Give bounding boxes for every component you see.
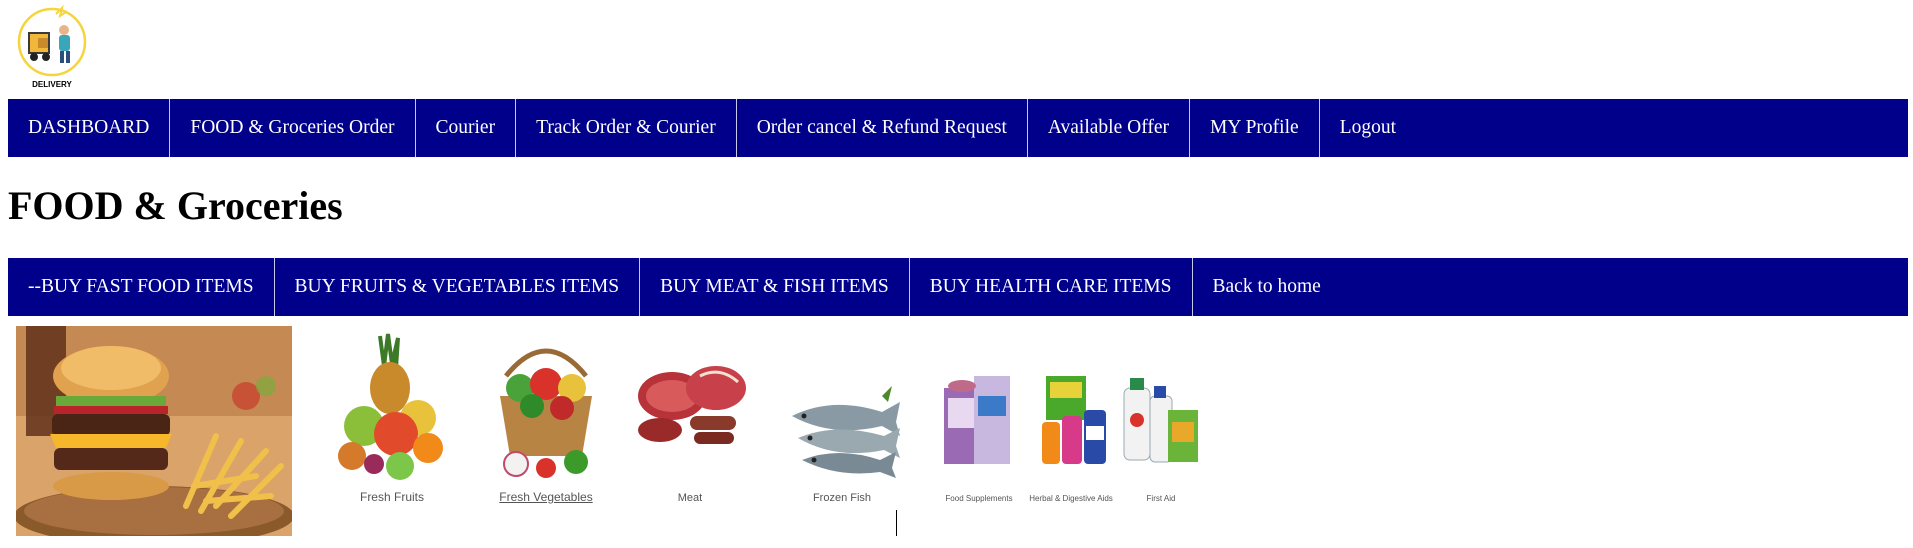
food-supplements-image <box>944 376 1010 464</box>
fresh-fruits-label: Fresh Fruits <box>359 490 424 504</box>
nav-track-order-courier[interactable]: Track Order & Courier <box>516 99 737 157</box>
meat-image <box>638 366 746 444</box>
nav-food-groceries-order[interactable]: FOOD & Groceries Order <box>170 99 416 157</box>
food-supplements-label: Food Supplements <box>945 494 1013 503</box>
nav-order-cancel-refund[interactable]: Order cancel & Refund Request <box>737 99 1028 157</box>
first-aid-image <box>1123 378 1198 463</box>
main-navbar: DASHBOARD FOOD & Groceries Order Courier… <box>8 99 1908 157</box>
nav-buy-health-care[interactable]: BUY HEALTH CARE ITEMS <box>910 258 1193 316</box>
first-aid-tile[interactable]: First Aid <box>1116 326 1206 512</box>
nav-logout[interactable]: Logout <box>1320 99 1416 157</box>
nav-available-offer[interactable]: Available Offer <box>1028 99 1190 157</box>
nav-courier[interactable]: Courier <box>416 99 517 157</box>
meat-tile[interactable]: Meat <box>620 326 760 512</box>
herbal-digestive-image <box>1042 376 1106 464</box>
fresh-vegetables-image <box>500 348 592 478</box>
fast-food-image[interactable] <box>14 326 294 546</box>
page-title: FOOD & Groceries <box>8 183 343 228</box>
fresh-fruits-image <box>338 333 443 480</box>
nav-buy-fast-food[interactable]: --BUY FAST FOOD ITEMS <box>8 258 275 316</box>
nav-buy-meat-fish[interactable]: BUY MEAT & FISH ITEMS <box>640 258 910 316</box>
herbal-digestive-tile[interactable]: Herbal & Digestive Aids <box>1026 326 1116 512</box>
nav-dashboard[interactable]: DASHBOARD <box>8 99 171 157</box>
nav-back-to-home[interactable]: Back to home <box>1193 258 1341 316</box>
nav-my-profile[interactable]: MY Profile <box>1190 99 1320 157</box>
fresh-vegetables-label[interactable]: Fresh Vegetables <box>476 490 616 504</box>
delivery-logo-icon <box>17 4 87 77</box>
category-navbar: --BUY FAST FOOD ITEMS BUY FRUITS & VEGET… <box>8 258 1908 316</box>
food-supplements-tile[interactable]: Food Supplements <box>934 326 1024 512</box>
text-cursor <box>896 510 897 536</box>
delivery-logo: DELIVERY <box>16 4 90 92</box>
frozen-fish-tile[interactable]: Frozen Fish <box>772 326 912 512</box>
fresh-fruits-tile[interactable]: Fresh Fruits <box>322 326 462 512</box>
herbal-digestive-label: Herbal & Digestive Aids <box>1029 494 1113 503</box>
frozen-fish-image <box>792 386 900 478</box>
frozen-fish-label: Frozen Fish <box>812 492 872 504</box>
nav-buy-fruits-vegetables[interactable]: BUY FRUITS & VEGETABLES ITEMS <box>275 258 641 316</box>
meat-label: Meat <box>677 492 703 504</box>
logo-label: DELIVERY <box>32 80 72 89</box>
fresh-vegetables-tile[interactable]: Fresh Vegetables <box>476 326 616 512</box>
first-aid-label: First Aid <box>1146 494 1176 503</box>
